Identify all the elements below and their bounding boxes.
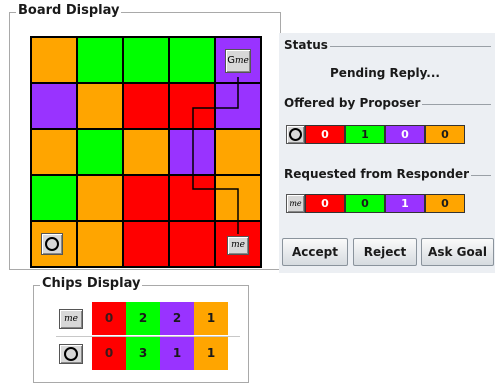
goal-token: Gme: [225, 49, 251, 73]
chips-me-icon: me: [59, 309, 83, 329]
offered-title: Offered by Proposer: [284, 96, 423, 110]
board-display-title: Board Display: [16, 3, 122, 18]
chips-row-opponent: 0311: [56, 336, 240, 370]
offered-chip-green: 1: [345, 125, 385, 144]
status-text: Pending Reply...: [330, 66, 440, 80]
responder-me-icon: me: [286, 194, 305, 213]
reject-button[interactable]: Reject: [353, 238, 417, 266]
chips-circle-icon: [59, 344, 83, 364]
offered-chips: 0100: [305, 125, 465, 144]
negotiation-panel: Status Pending Reply... Offered by Propo…: [279, 33, 495, 273]
chip-count-green: 2: [126, 302, 160, 335]
offered-chip-purple: 0: [385, 125, 425, 144]
chip-count-red: 0: [92, 337, 126, 370]
ask-goal-button[interactable]: Ask Goal: [421, 238, 494, 266]
requested-chip-green: 0: [345, 194, 385, 213]
chip-count-purple: 2: [160, 302, 194, 335]
status-title: Status: [284, 38, 330, 52]
proposer-circle-icon: [286, 125, 305, 144]
chip-count-red: 0: [92, 302, 126, 335]
accept-button[interactable]: Accept: [282, 238, 348, 266]
opponent-circle-icon: [41, 233, 63, 255]
goal-g-label: G: [227, 55, 235, 66]
chips-display-panel: Chips Display me 0 2 2 1 0311: [33, 276, 249, 383]
requested-chip-orange: 0: [425, 194, 465, 213]
requested-title: Requested from Responder: [284, 167, 472, 181]
offered-chip-red: 0: [305, 125, 345, 144]
chip-count-orange: 1: [194, 302, 228, 335]
offered-chip-orange: 0: [425, 125, 465, 144]
chips-display-title: Chips Display: [40, 276, 143, 291]
chip-count-purple: 1: [160, 337, 194, 370]
requested-chips: 0010: [305, 194, 465, 213]
requested-chip-purple: 1: [385, 194, 425, 213]
path-route: [192, 77, 239, 234]
board-display-panel: Board Display Gme me: [9, 3, 281, 270]
goal-me-label: me: [234, 56, 249, 66]
requested-chip-red: 0: [305, 194, 345, 213]
chips-row-me: me 0 2 2 1: [56, 302, 240, 335]
me-token: me: [227, 236, 249, 255]
game-board: Gme me: [30, 36, 262, 268]
chip-count-green: 3: [126, 337, 160, 370]
chip-count-orange: 1: [194, 337, 228, 370]
